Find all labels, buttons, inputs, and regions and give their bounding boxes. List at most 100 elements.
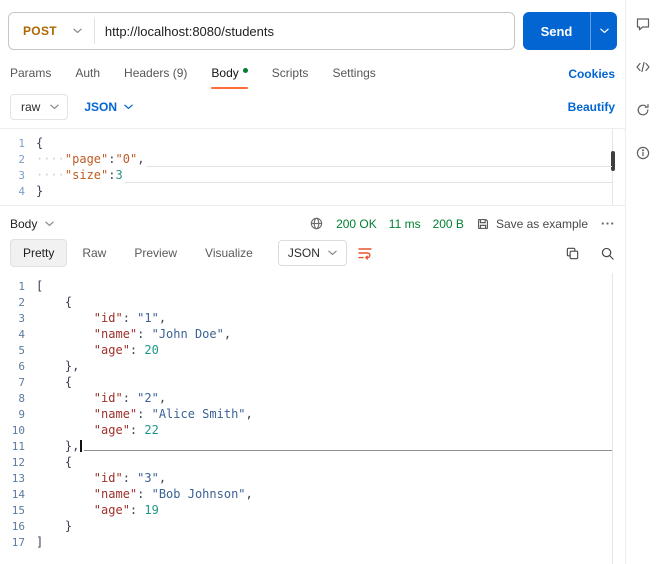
code-line[interactable]: 11 }, — [0, 438, 625, 454]
chevron-down-icon — [124, 104, 133, 110]
code-token: "age" — [93, 503, 130, 517]
text-cursor — [80, 440, 83, 452]
copy-icon[interactable] — [565, 246, 580, 261]
tab-settings[interactable]: Settings — [332, 58, 375, 89]
save-as-example-label: Save as example — [495, 216, 588, 231]
code-line[interactable]: 10 "age": 22 — [0, 422, 625, 438]
body-language-select[interactable]: JSON — [84, 100, 133, 114]
line-number: 4 — [18, 327, 25, 341]
body-format-select[interactable]: raw — [10, 94, 69, 120]
cookies-link[interactable]: Cookies — [568, 67, 615, 81]
response-body-select[interactable]: Body — [10, 217, 55, 231]
code-token: ···· — [36, 152, 65, 166]
code-line[interactable]: 3 ···· "size":3 — [0, 167, 625, 183]
request-body-editor[interactable]: 1{2 ···· "page": "0", 3 ···· "size":3 4} — [0, 128, 625, 206]
globe-icon[interactable] — [309, 216, 324, 231]
chevron-down-icon — [73, 28, 82, 34]
code-line[interactable]: 16 } — [0, 518, 625, 534]
chevron-down-icon — [50, 104, 60, 110]
save-as-example-button[interactable]: Save as example — [476, 217, 588, 231]
code-line[interactable]: 17] — [0, 534, 625, 550]
code-line[interactable]: 15 "age": 19 — [0, 502, 625, 518]
view-visualize[interactable]: Visualize — [192, 239, 266, 267]
code-line[interactable]: 5 "age": 20 — [0, 342, 625, 358]
refresh-icon[interactable] — [635, 102, 651, 118]
code-token: ···· — [36, 168, 65, 182]
body-language-label: JSON — [84, 100, 118, 114]
view-preview[interactable]: Preview — [121, 239, 190, 267]
code-line[interactable]: 14 "name": "Bob Johnson", — [0, 486, 625, 502]
view-raw[interactable]: Raw — [69, 239, 119, 267]
response-body-editor[interactable]: 1[2 {3 "id": "1", 4 "name": "John Doe", 5 … — [0, 273, 625, 564]
code-line[interactable]: 1{ — [0, 135, 625, 151]
editor-scroll-track[interactable] — [612, 273, 613, 564]
more-options-icon[interactable] — [600, 216, 615, 231]
tab-scripts[interactable]: Scripts — [272, 58, 309, 89]
editor-scroll-thumb[interactable] — [611, 151, 615, 171]
code-line[interactable]: 4 "name": "John Doe", — [0, 326, 625, 342]
right-sidebar-rail — [625, 0, 660, 564]
comment-icon[interactable] — [635, 16, 651, 32]
code-snippet-icon[interactable] — [635, 59, 651, 75]
line-number: 3 — [18, 168, 25, 182]
search-icon[interactable] — [600, 246, 615, 261]
url-input[interactable] — [94, 23, 514, 39]
line-number: 2 — [18, 152, 25, 166]
line-number: 6 — [18, 359, 25, 373]
line-number: 5 — [18, 343, 25, 357]
code-line[interactable]: 9 "name": "Alice Smith", — [0, 406, 625, 422]
code-token: : — [137, 407, 152, 421]
code-token: "2" — [137, 391, 159, 405]
code-token: 19 — [144, 503, 159, 517]
code-line[interactable]: 3 "id": "1", — [0, 310, 625, 326]
code-line[interactable]: 8 "id": "2", — [0, 390, 625, 406]
tab-auth[interactable]: Auth — [75, 58, 100, 89]
code-line[interactable]: 7 { — [0, 374, 625, 390]
code-line[interactable]: 1[ — [0, 278, 625, 294]
code-token: "age" — [93, 423, 130, 437]
code-token: "Bob Johnson" — [151, 487, 246, 501]
code-token: "Alice Smith" — [151, 407, 246, 421]
beautify-link[interactable]: Beautify — [568, 100, 615, 114]
view-pretty[interactable]: Pretty — [10, 239, 68, 267]
code-line[interactable]: 2 { — [0, 294, 625, 310]
line-rule — [124, 181, 612, 183]
wrap-text-icon[interactable] — [357, 245, 373, 261]
response-size: 200 B — [432, 216, 464, 231]
send-options-chevron[interactable] — [590, 12, 617, 50]
code-line[interactable]: 2 ···· "page": "0", — [0, 151, 625, 167]
code-line[interactable]: 4} — [0, 183, 625, 199]
response-toolbar-right — [565, 246, 615, 261]
code-token: "0" — [115, 152, 138, 166]
code-token: "id" — [93, 311, 123, 325]
line-number: 7 — [18, 375, 25, 389]
code-token: , — [158, 391, 167, 405]
code-token: }, — [64, 439, 80, 453]
code-token: "John Doe" — [151, 327, 224, 341]
code-token: { — [64, 295, 73, 309]
code-token: "3" — [137, 471, 159, 485]
info-icon[interactable] — [635, 145, 651, 161]
response-language-label: JSON — [287, 246, 320, 260]
request-tabs: Params Auth Headers (9) Body Scripts Set… — [0, 58, 625, 89]
send-button[interactable]: Send — [523, 12, 617, 50]
code-token: : — [122, 471, 138, 485]
code-line[interactable]: 12 { — [0, 454, 625, 470]
tab-body[interactable]: Body — [211, 58, 249, 89]
tab-params[interactable]: Params — [10, 58, 51, 89]
api-client-window: POST Send Params Auth Headers (9) — [0, 0, 660, 564]
line-number: 15 — [11, 503, 25, 517]
code-line[interactable]: 6 }, — [0, 358, 625, 374]
response-language-select[interactable]: JSON — [277, 240, 347, 266]
send-button-label[interactable]: Send — [523, 12, 590, 50]
method-select[interactable]: POST — [9, 13, 94, 49]
code-token: }, — [64, 359, 80, 373]
line-number: 4 — [18, 184, 25, 198]
code-token: ] — [36, 535, 44, 549]
code-line[interactable]: 13 "id": "3", — [0, 470, 625, 486]
tab-headers[interactable]: Headers (9) — [124, 58, 187, 89]
code-token: 20 — [144, 343, 159, 357]
